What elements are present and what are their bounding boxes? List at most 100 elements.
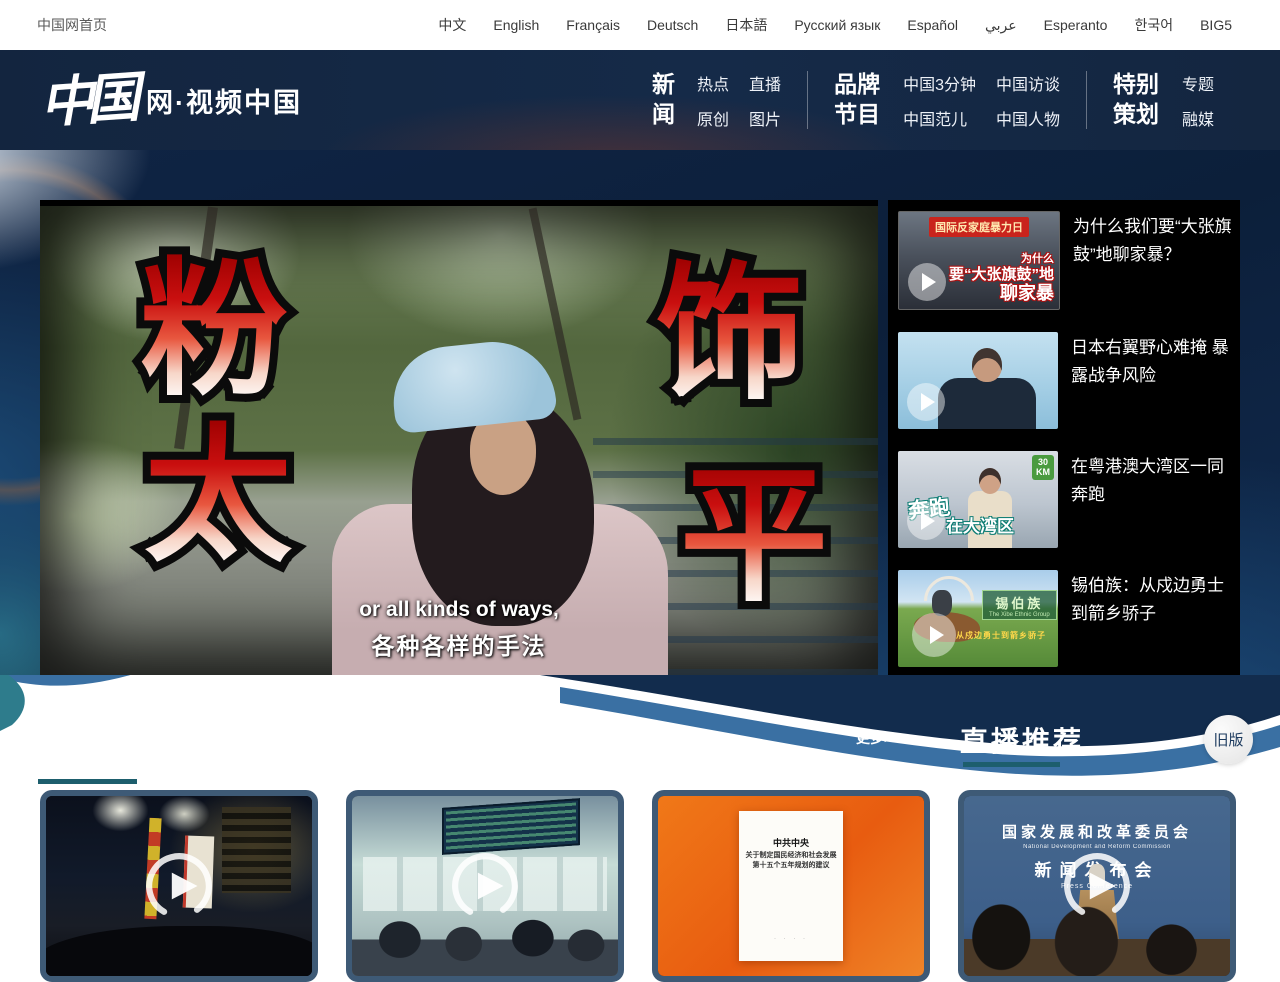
scenery-crowd bbox=[40, 926, 318, 982]
nav-hotspot[interactable]: 热点 bbox=[697, 71, 729, 95]
person-figure bbox=[388, 336, 558, 434]
overlay-char: 太太 bbox=[144, 422, 292, 570]
video-thumbnail bbox=[898, 332, 1058, 429]
section-underline bbox=[963, 762, 1060, 767]
lang-russian[interactable]: Русский язык bbox=[794, 17, 880, 33]
document-line: 关于制定国民经济和社会发展 bbox=[746, 851, 837, 862]
logo-suffix: 网·视频中国 bbox=[146, 81, 302, 120]
lang-french[interactable]: Français bbox=[566, 17, 620, 33]
hero-subtitle-en: or all kinds of ways, bbox=[40, 598, 878, 622]
document-line: 第十五个五年规划的建议 bbox=[753, 861, 830, 872]
lang-esperanto[interactable]: Esperanto bbox=[1044, 17, 1108, 33]
thumbnail-title-box: 锡伯族 The Xibe Ethnic Group bbox=[982, 590, 1057, 620]
play-icon[interactable] bbox=[908, 263, 946, 301]
site-header: 中国 网·视频中国 新闻 热点 原创 直播 图片 品牌节目 中国3分钟 bbox=[0, 50, 1280, 150]
nav-china-3min[interactable]: 中国3分钟 bbox=[903, 71, 976, 95]
thumbnail-caption: 从戍边勇士到箭乡骄子 bbox=[956, 630, 1046, 641]
video-list-item[interactable]: 奔跑 在大湾区 30 KM 在粤港澳大湾区一同奔跑 bbox=[898, 451, 1240, 548]
video-title: 日本右翼野心难掩 暴露战争风险 bbox=[1071, 332, 1239, 429]
live-card-ndrc-press[interactable]: 国家发展和改革委员会 National Development and Refo… bbox=[958, 790, 1236, 982]
nav-converged-media[interactable]: 融媒 bbox=[1182, 106, 1214, 130]
live-card-hospital-hall[interactable] bbox=[346, 790, 624, 982]
nav-pictures[interactable]: 图片 bbox=[749, 106, 781, 130]
nav-section-news: 新闻 热点 原创 直播 图片 bbox=[626, 70, 807, 130]
play-icon[interactable] bbox=[448, 849, 522, 923]
nav-news[interactable]: 新闻 bbox=[652, 70, 677, 130]
video-title: 在粤港澳大湾区一同奔跑 bbox=[1071, 451, 1239, 548]
nav-col: 中国访谈 中国人物 bbox=[996, 71, 1060, 130]
overlay-char: 饰饰 bbox=[656, 260, 804, 408]
main-nav: 新闻 热点 原创 直播 图片 品牌节目 中国3分钟 中国范儿 中国访谈 bbox=[626, 70, 1240, 130]
scenery-crowd bbox=[352, 918, 618, 982]
play-icon[interactable] bbox=[907, 502, 945, 540]
nav-live[interactable]: 直播 bbox=[749, 71, 781, 95]
more-link[interactable]: 更多>> bbox=[856, 728, 900, 748]
lang-korean[interactable]: 한국어 bbox=[1134, 15, 1173, 35]
page: 中国网首页 中文 English Français Deutsch 日本語 Ру… bbox=[0, 0, 1280, 960]
lang-big5[interactable]: BIG5 bbox=[1200, 17, 1232, 33]
overlay-char: 粉粉 bbox=[140, 256, 288, 404]
nav-brand-programs[interactable]: 品牌节目 bbox=[834, 70, 883, 130]
lang-zh[interactable]: 中文 bbox=[438, 15, 466, 35]
hero-subtitle-zh: 各种各样的手法 bbox=[40, 627, 878, 661]
nav-topics[interactable]: 专题 bbox=[1182, 71, 1214, 95]
video-list-item[interactable]: 国际反家庭暴力日 为什么 要“大张旗鼓”地 聊家暴 为什么我们要“大张旗鼓”地聊… bbox=[898, 211, 1240, 310]
thumbnail-banner: 国际反家庭暴力日 bbox=[929, 217, 1029, 237]
person-figure bbox=[979, 468, 1001, 494]
old-version-button[interactable]: 旧版 bbox=[1204, 715, 1253, 764]
live-recommend-title: 直播推荐 bbox=[960, 720, 1084, 760]
top-utility-bar: 中国网首页 中文 English Français Deutsch 日本語 Ру… bbox=[0, 0, 1280, 50]
document-cover: 中共中央 关于制定国民经济和社会发展 第十五个五年规划的建议 · · · · bbox=[739, 811, 843, 961]
thumbnail-caption: 为什么 要“大张旗鼓”地 聊家暴 bbox=[949, 253, 1054, 304]
video-list-item[interactable]: 锡伯族 The Xibe Ethnic Group 从戍边勇士到箭乡骄子 锡伯族… bbox=[898, 570, 1240, 667]
hero-section: 粉粉 饰饰 太太 平平 or all kinds of ways, 各种各样的手… bbox=[0, 150, 1280, 675]
backdrop-line: 国家发展和改革委员会 bbox=[964, 821, 1230, 842]
scenery-building bbox=[222, 807, 291, 893]
play-icon[interactable] bbox=[912, 613, 956, 657]
document-publisher-mark: · · · · bbox=[774, 936, 808, 942]
overlay-char: 平平 bbox=[680, 462, 828, 610]
china-net-home-link[interactable]: 中国网首页 bbox=[37, 15, 107, 35]
featured-video[interactable]: 粉粉 饰饰 太太 平平 or all kinds of ways, 各种各样的手… bbox=[40, 200, 878, 675]
video-title: 为什么我们要“大张旗鼓”地聊家暴？ bbox=[1073, 211, 1240, 310]
lang-german[interactable]: Deutsch bbox=[647, 17, 698, 33]
lang-japanese[interactable]: 日本語 bbox=[725, 15, 767, 35]
thumbnail-caption: 在大湾区 bbox=[946, 512, 1014, 537]
lang-arabic[interactable]: عربي bbox=[985, 17, 1017, 34]
nav-col: 热点 原创 bbox=[697, 71, 729, 130]
featured-video-list: 国际反家庭暴力日 为什么 要“大张旗鼓”地 聊家暴 为什么我们要“大张旗鼓”地聊… bbox=[888, 200, 1240, 675]
video-title: 锡伯族：从戍边勇士到箭乡骄子 bbox=[1071, 570, 1239, 667]
document-line: 中共中央 bbox=[773, 837, 809, 851]
lang-english[interactable]: English bbox=[493, 17, 539, 33]
play-icon[interactable] bbox=[142, 849, 216, 923]
lang-spanish[interactable]: Español bbox=[907, 17, 958, 33]
wave-transition: 更多>> 直播推荐 旧版 bbox=[0, 675, 1280, 790]
language-nav: 中文 English Français Deutsch 日本語 Русский … bbox=[438, 15, 1232, 35]
video-thumbnail: 锡伯族 The Xibe Ethnic Group 从戍边勇士到箭乡骄子 bbox=[898, 570, 1058, 667]
thumbnail-title-sub: The Xibe Ethnic Group bbox=[989, 612, 1050, 618]
site-logo[interactable]: 中国 网·视频中国 bbox=[40, 73, 302, 127]
wave-graphic bbox=[0, 675, 1280, 790]
nav-col: 直播 图片 bbox=[749, 71, 781, 130]
scenery-screen bbox=[442, 798, 580, 854]
video-list-item[interactable]: 日本右翼野心难掩 暴露战争风险 bbox=[898, 332, 1240, 429]
nav-col: 中国3分钟 中国范儿 bbox=[903, 71, 976, 130]
nav-china-style[interactable]: 中国范儿 bbox=[903, 106, 976, 130]
video-thumbnail: 奔跑 在大湾区 30 KM bbox=[898, 451, 1058, 548]
video-thumbnail: 国际反家庭暴力日 为什么 要“大张旗鼓”地 聊家暴 bbox=[898, 211, 1060, 310]
nav-china-talk[interactable]: 中国访谈 bbox=[996, 71, 1060, 95]
logo-calligraphy: 中国 bbox=[38, 70, 134, 130]
nav-section-special: 特别策划 专题 融媒 bbox=[1087, 70, 1240, 130]
nav-section-brand-programs: 品牌节目 中国3分钟 中国范儿 中国访谈 中国人物 bbox=[808, 70, 1086, 130]
live-cards-row: 中共中央 关于制定国民经济和社会发展 第十五个五年规划的建议 · · · · 国… bbox=[0, 790, 1280, 960]
person-figure bbox=[938, 378, 1036, 429]
section-underline bbox=[38, 779, 137, 784]
play-icon[interactable] bbox=[907, 383, 945, 421]
live-card-night-protest[interactable] bbox=[40, 790, 318, 982]
card-image: 中共中央 关于制定国民经济和社会发展 第十五个五年规划的建议 · · · · bbox=[658, 796, 924, 976]
nav-china-people[interactable]: 中国人物 bbox=[996, 106, 1060, 130]
play-icon[interactable] bbox=[1060, 849, 1134, 923]
nav-special-planning[interactable]: 特别策划 bbox=[1113, 70, 1162, 130]
live-card-five-year-plan[interactable]: 中共中央 关于制定国民经济和社会发展 第十五个五年规划的建议 · · · · bbox=[652, 790, 930, 982]
nav-original[interactable]: 原创 bbox=[697, 106, 729, 130]
